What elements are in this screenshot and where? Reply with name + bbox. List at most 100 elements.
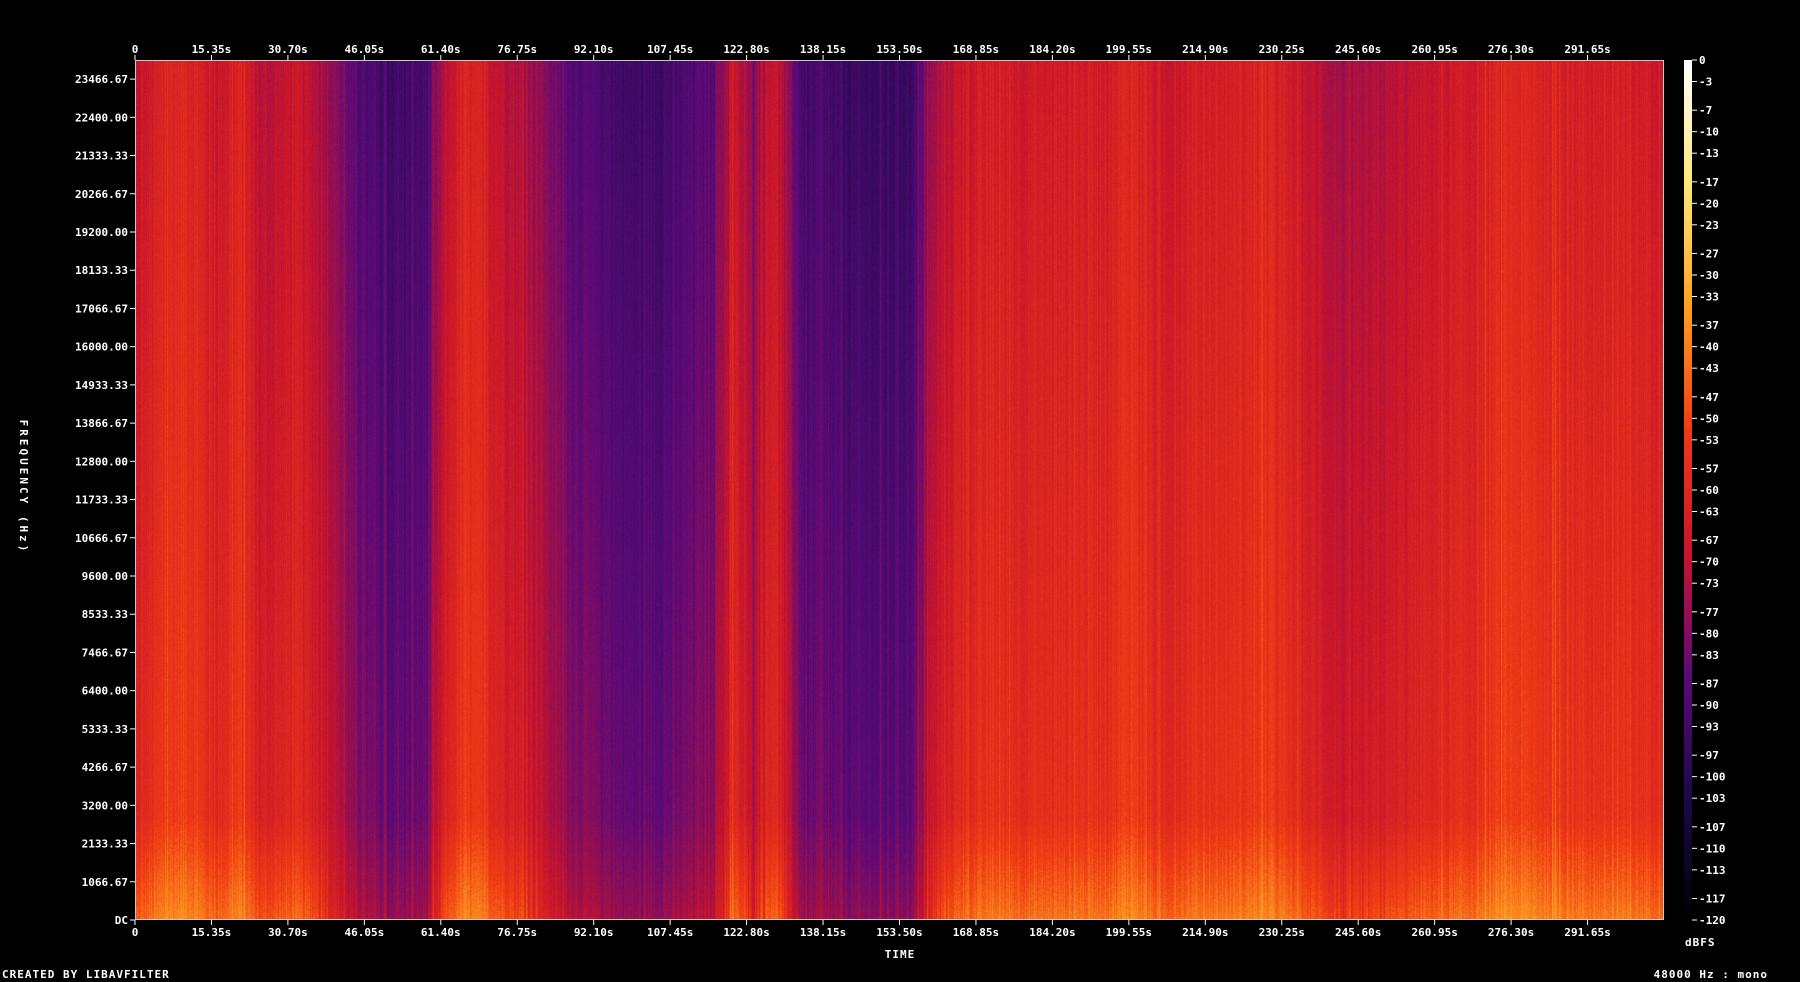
x-tick-label-bottom: 0 bbox=[132, 926, 139, 939]
x-tick-label-bottom: 291.65s bbox=[1564, 926, 1610, 939]
colorbar-tick-label: -50 bbox=[1699, 412, 1719, 425]
colorbar-tick-label: -23 bbox=[1699, 219, 1719, 232]
x-tick-label-top: 107.45s bbox=[647, 43, 693, 56]
y-tick-label: 22400.00 bbox=[75, 111, 128, 124]
x-tick-label-bottom: 107.45s bbox=[647, 926, 693, 939]
x-tick-label-top: 260.95s bbox=[1411, 43, 1457, 56]
x-tick-label-bottom: 122.80s bbox=[723, 926, 769, 939]
y-tick-label: 21333.33 bbox=[75, 150, 128, 163]
colorbar-tick-label: -77 bbox=[1699, 606, 1719, 619]
x-tick-label-bottom: 214.90s bbox=[1182, 926, 1228, 939]
x-tick-label-top: 214.90s bbox=[1182, 43, 1228, 56]
colorbar-tick-label: -27 bbox=[1699, 248, 1719, 261]
colorbar-tick-label: -7 bbox=[1699, 104, 1712, 117]
colorbar-tick-label: -63 bbox=[1699, 506, 1719, 519]
y-axis: DC 1066.67 2133.33 3200.00 4266.67 5333.33 640… bbox=[75, 73, 135, 927]
y-axis-title: FREQUENCY (Hz) bbox=[17, 420, 30, 555]
x-tick-label-top: 61.40s bbox=[421, 43, 461, 56]
x-tick-label-top: 15.35s bbox=[192, 43, 232, 56]
y-tick-label: 12800.00 bbox=[75, 455, 128, 468]
y-tick-label: 11733.33 bbox=[75, 494, 128, 507]
colorbar-gradient bbox=[1684, 60, 1692, 920]
sample-rate-label: 48000 Hz : mono bbox=[1653, 968, 1768, 981]
x-tick-label-top: 92.10s bbox=[574, 43, 614, 56]
y-tick-label: 1066.67 bbox=[82, 876, 128, 889]
y-tick-label: 4266.67 bbox=[82, 761, 128, 774]
y-tick-label: DC bbox=[115, 914, 128, 927]
y-tick-label: 10666.67 bbox=[75, 532, 128, 545]
x-tick-label-top: 30.70s bbox=[268, 43, 308, 56]
x-axis-bottom: 0 15.35s 30.70s 46.05s 61.40s 76.75s 92.10s 107… bbox=[132, 920, 1611, 939]
colorbar-tick-label: -70 bbox=[1699, 556, 1719, 569]
x-tick-label-bottom: 30.70s bbox=[268, 926, 308, 939]
x-tick-label-bottom: 92.10s bbox=[574, 926, 614, 939]
colorbar-tick-label: -3 bbox=[1699, 76, 1712, 89]
colorbar-tick-label: -60 bbox=[1699, 484, 1719, 497]
x-tick-label-bottom: 46.05s bbox=[344, 926, 384, 939]
y-tick-label: 8533.33 bbox=[82, 608, 128, 621]
x-tick-label-bottom: 260.95s bbox=[1411, 926, 1457, 939]
x-tick-label-top: 46.05s bbox=[344, 43, 384, 56]
x-tick-label-bottom: 168.85s bbox=[953, 926, 999, 939]
colorbar-tick-label: -90 bbox=[1699, 699, 1719, 712]
colorbar-tick-label: -87 bbox=[1699, 678, 1719, 691]
colorbar-tick-label: -37 bbox=[1699, 319, 1719, 332]
y-tick-label: 20266.67 bbox=[75, 188, 128, 201]
x-axis-title: TIME bbox=[885, 948, 916, 961]
x-tick-label-top: 76.75s bbox=[497, 43, 537, 56]
x-tick-label-top: 0 bbox=[132, 43, 139, 56]
colorbar-unit-label: dBFS bbox=[1685, 936, 1716, 949]
credit-label: CREATED BY LIBAVFILTER bbox=[2, 968, 170, 981]
x-tick-label-top: 122.80s bbox=[723, 43, 769, 56]
colorbar-tick-label: -107 bbox=[1699, 821, 1726, 834]
x-tick-label-bottom: 15.35s bbox=[192, 926, 232, 939]
colorbar-tick-label: -103 bbox=[1699, 792, 1726, 805]
colorbar-tick-label: 0 bbox=[1699, 54, 1706, 67]
y-tick-label: 14933.33 bbox=[75, 379, 128, 392]
colorbar-tick-label: -13 bbox=[1699, 147, 1719, 160]
y-tick-label: 7466.67 bbox=[82, 646, 128, 659]
colorbar-tick-label: -30 bbox=[1699, 269, 1719, 282]
x-tick-label-bottom: 245.60s bbox=[1335, 926, 1381, 939]
colorbar-tick-label: -110 bbox=[1699, 842, 1726, 855]
spectrogram-plot-area[interactable] bbox=[135, 60, 1664, 920]
x-tick-label-top: 230.25s bbox=[1259, 43, 1305, 56]
colorbar-tick-label: -47 bbox=[1699, 391, 1719, 404]
x-tick-label-bottom: 199.55s bbox=[1106, 926, 1152, 939]
x-tick-label-top: 153.50s bbox=[876, 43, 922, 56]
colorbar-tick-label: -117 bbox=[1699, 893, 1726, 906]
colorbar-tick-label: -120 bbox=[1699, 914, 1726, 927]
y-tick-label: 16000.00 bbox=[75, 341, 128, 354]
x-tick-label-top: 184.20s bbox=[1029, 43, 1075, 56]
x-tick-label-top: 199.55s bbox=[1106, 43, 1152, 56]
colorbar-tick-label: -57 bbox=[1699, 463, 1719, 476]
colorbar-tick-label: -97 bbox=[1699, 749, 1719, 762]
y-tick-label: 23466.67 bbox=[75, 73, 128, 86]
colorbar-tick-label: -100 bbox=[1699, 771, 1726, 784]
y-tick-label: 3200.00 bbox=[82, 799, 128, 812]
x-tick-label-bottom: 276.30s bbox=[1488, 926, 1534, 939]
colorbar-tick-label: -17 bbox=[1699, 176, 1719, 189]
x-tick-label-bottom: 184.20s bbox=[1029, 926, 1075, 939]
y-tick-label: 13866.67 bbox=[75, 417, 128, 430]
colorbar-tick-label: -43 bbox=[1699, 362, 1719, 375]
y-tick-label: 18133.33 bbox=[75, 264, 128, 277]
colorbar-tick-label: -10 bbox=[1699, 126, 1719, 139]
colorbar-tick-label: -40 bbox=[1699, 341, 1719, 354]
x-tick-label-top: 138.15s bbox=[800, 43, 846, 56]
colorbar-tick-label: -73 bbox=[1699, 577, 1719, 590]
y-tick-label: 17066.67 bbox=[75, 302, 128, 315]
colorbar-tick-label: -113 bbox=[1699, 864, 1726, 877]
x-axis-top: 0 15.35s 30.70s 46.05s 61.40s 76.75s 92.10s 107… bbox=[132, 43, 1611, 60]
x-tick-label-top: 245.60s bbox=[1335, 43, 1381, 56]
x-tick-label-top: 168.85s bbox=[953, 43, 999, 56]
y-tick-label: 9600.00 bbox=[82, 570, 128, 583]
y-tick-label: 5333.33 bbox=[82, 723, 128, 736]
x-tick-label-bottom: 230.25s bbox=[1259, 926, 1305, 939]
colorbar-tick-label: -83 bbox=[1699, 649, 1719, 662]
x-tick-label-bottom: 76.75s bbox=[497, 926, 537, 939]
y-tick-label: 6400.00 bbox=[82, 685, 128, 698]
colorbar-tick-label: -67 bbox=[1699, 534, 1719, 547]
x-tick-label-bottom: 153.50s bbox=[876, 926, 922, 939]
spectrogram-heatmap bbox=[136, 61, 1663, 919]
